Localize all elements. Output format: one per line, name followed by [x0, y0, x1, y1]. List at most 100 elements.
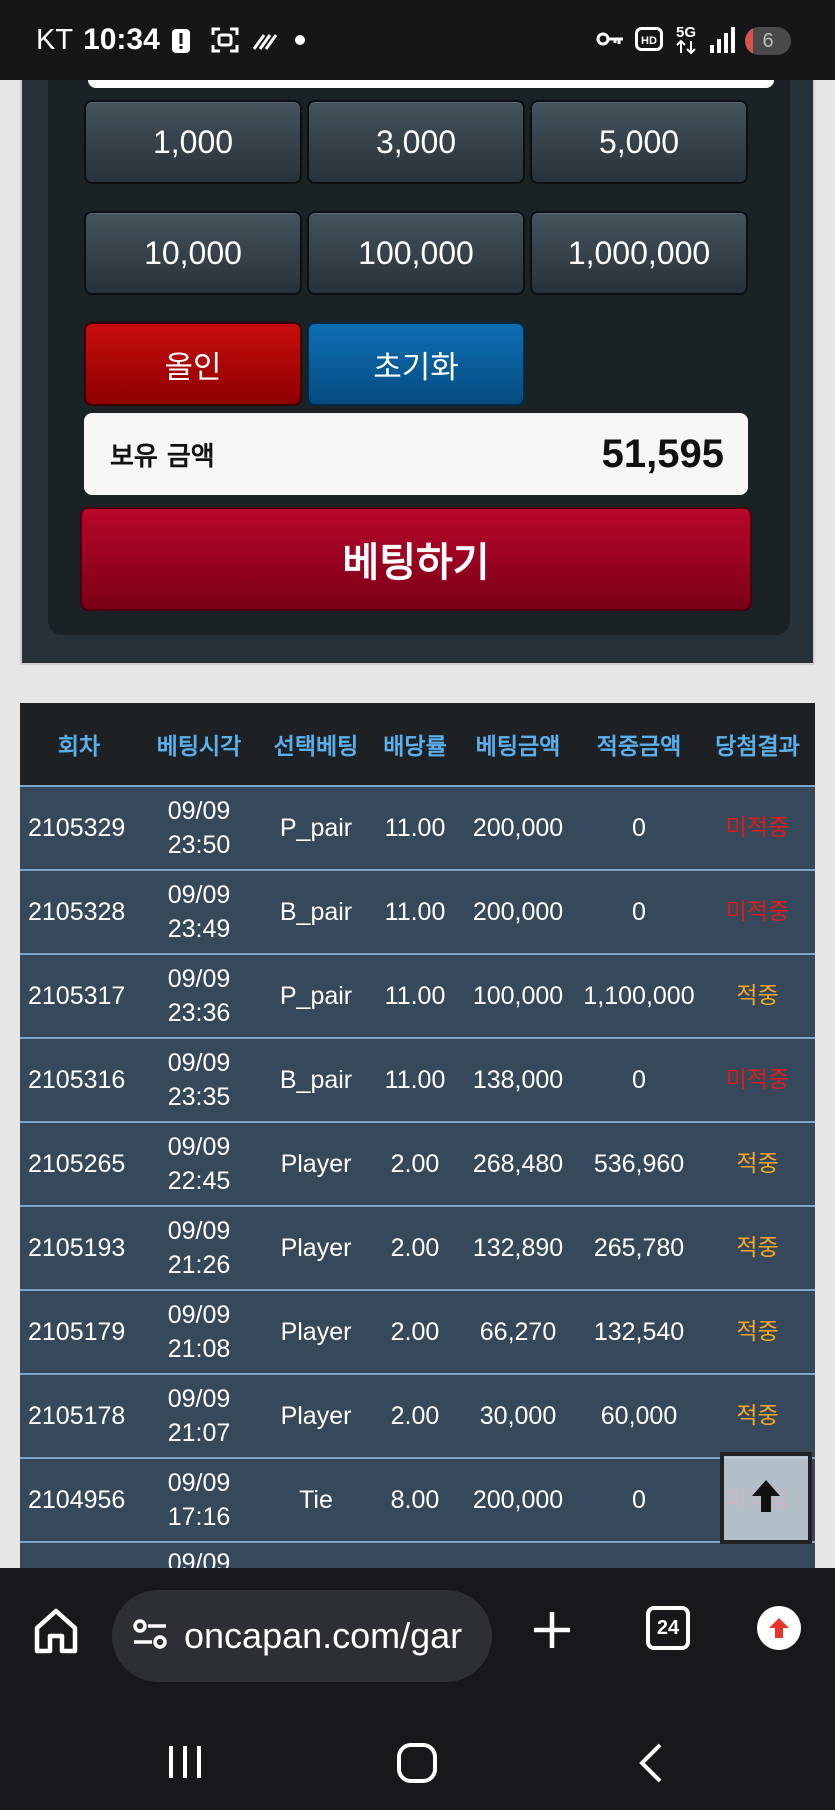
table-body: 2105329 09/09 23:50 P_pair 11.00 200,000 0 미적중 2…	[20, 787, 815, 1543]
cell-pick: Player	[280, 1402, 352, 1430]
chip-button-10000[interactable]: 10,000	[84, 211, 302, 295]
cell-bet-time: 09/09 23:50	[138, 794, 260, 862]
cell-payout: 0	[632, 814, 646, 842]
chip-button-1000[interactable]: 1,000	[84, 100, 302, 184]
cell-round: 2105193	[28, 1234, 126, 1262]
cell-result: 적중	[736, 983, 779, 1009]
alert-icon	[170, 25, 200, 55]
chip-button-100000[interactable]: 100,000	[307, 211, 525, 295]
cell-odds: 11.00	[384, 898, 446, 926]
cell-round: 2105179	[28, 1318, 126, 1346]
cell-bet-amount: 100,000	[472, 982, 564, 1010]
balance-box: 보유 금액 51,595	[84, 413, 748, 495]
all-in-button[interactable]: 올인	[84, 322, 302, 406]
back-icon[interactable]	[638, 1742, 664, 1788]
cell-time: 21:07	[167, 1419, 231, 1447]
table-row: 2105193 09/09 21:26 Player 2.00 132,890 265,78…	[20, 1207, 815, 1291]
cell-round: 2105316	[28, 1066, 126, 1094]
battery-level: 6	[762, 29, 774, 52]
table-row: 2105317 09/09 23:36 P_pair 11.00 100,000 1,100…	[20, 955, 815, 1039]
header-bet-time: 베팅시각	[156, 734, 242, 760]
cell-bet-time: 09/09 21:26	[138, 1214, 260, 1282]
cell-bet-amount: 200,000	[472, 898, 564, 926]
cell-pick: B_pair	[279, 898, 353, 926]
cell-odds: 8.00	[390, 1486, 440, 1514]
cell-round: 2105178	[28, 1402, 126, 1430]
cell-bet-amount: 132,890	[472, 1234, 564, 1262]
table-row: 210495609/0917:16Tie8.00200,0000미적중	[20, 1459, 815, 1543]
cell-time: 23:36	[167, 999, 231, 1027]
header-bet-amount: 베팅금액	[475, 734, 561, 760]
hd-icon: HD	[635, 27, 663, 55]
cell-time: 22:45	[167, 1167, 231, 1195]
svg-text:5G: 5G	[676, 24, 696, 41]
update-icon[interactable]	[757, 1606, 801, 1650]
dot-icon	[290, 25, 320, 55]
table-header: 회차 베팅시각 선택베팅 배당률 베팅금액 적중금액 당첨결과	[20, 703, 815, 787]
cell-odds: 11.00	[384, 814, 446, 842]
site-settings-icon[interactable]	[132, 1618, 168, 1654]
address-bar[interactable]: oncapan.com/gar	[112, 1590, 492, 1682]
browser-toolbar: oncapan.com/gar 24	[0, 1568, 835, 1708]
cell-date: 09/09	[167, 797, 231, 825]
cell-result: 미적중	[725, 899, 790, 925]
cell-bet-amount: 268,480	[472, 1150, 564, 1178]
home-icon[interactable]	[32, 1606, 80, 1656]
cell-bet-amount: 138,000	[472, 1066, 564, 1094]
cell-result: 미적중	[725, 815, 790, 841]
cell-date: 09/09	[167, 1217, 231, 1245]
arrow-up-icon	[748, 1476, 784, 1520]
cell-pick: Player	[280, 1318, 352, 1346]
cell-round: 2105329	[28, 814, 126, 842]
cell-bet-time: 09/09 23:49	[138, 878, 260, 946]
battery-icon: 6	[745, 27, 791, 55]
cell-bet-time: 09/09 21:07	[138, 1382, 260, 1450]
header-pick: 선택베팅	[273, 734, 359, 760]
cell-bet-time: 09/09 23:35	[138, 1046, 260, 1114]
cell-date: 09/09	[167, 1549, 231, 1568]
header-round: 회차	[57, 734, 101, 760]
cell-payout: 0	[632, 1486, 646, 1514]
header-odds: 배당률	[383, 734, 447, 760]
cell-payout: 0	[632, 1066, 646, 1094]
cell-time: 23:49	[167, 915, 231, 943]
home-nav-icon[interactable]	[396, 1742, 438, 1788]
bet-amount-input[interactable]	[88, 80, 774, 88]
status-bar: KT 10:34 HD 5G 6	[0, 0, 835, 80]
cell-pick: B_pair	[279, 1066, 353, 1094]
table-row: 2105178 09/09 21:07 Player 2.00 30,000 60,000 적…	[20, 1375, 815, 1459]
cell-time: 21:26	[167, 1251, 231, 1279]
balance-label: 보유 금액	[110, 441, 215, 472]
chip-button-3000[interactable]: 3,000	[307, 100, 525, 184]
cell-odds: 11.00	[384, 1066, 446, 1094]
scroll-to-top-button[interactable]	[720, 1452, 812, 1544]
cell-payout: 60,000	[600, 1402, 678, 1430]
reset-button[interactable]: 초기화	[307, 322, 525, 406]
navigation-bar	[0, 1708, 835, 1810]
svg-text:HD: HD	[641, 35, 657, 47]
chip-button-1000000[interactable]: 1,000,000	[530, 211, 748, 295]
header-payout: 적중금액	[596, 734, 682, 760]
place-bet-button[interactable]: 베팅하기	[80, 507, 752, 611]
recent-apps-icon[interactable]	[165, 1742, 205, 1786]
cell-date: 09/09	[167, 881, 231, 909]
table-row: 2105316 09/09 23:35 B_pair 11.00 138,000 0 미적중	[20, 1039, 815, 1123]
cell-odds: 2.00	[390, 1402, 440, 1430]
cell-pick: P_pair	[279, 982, 353, 1010]
tab-switcher-button[interactable]: 24	[646, 1606, 690, 1650]
chip-button-5000[interactable]: 5,000	[530, 100, 748, 184]
carrier-label: KT	[36, 23, 74, 56]
cell-pick: Tie	[299, 1486, 333, 1514]
cell-bet-amount: 66,270	[479, 1318, 557, 1346]
header-result: 당첨결과	[715, 734, 800, 760]
cell-bet-amount: 30,000	[479, 1402, 557, 1430]
5g-icon: 5G	[673, 23, 699, 59]
cell-round: 2105328	[28, 898, 126, 926]
cell-bet-time: 09/09 17:16	[138, 1466, 260, 1534]
cell-payout: 536,960	[593, 1150, 685, 1178]
key-icon	[595, 29, 625, 53]
cell-bet-amount: 200,000	[472, 1486, 564, 1514]
cell-odds: 2.00	[390, 1234, 440, 1262]
table-row: 2105179 09/09 21:08 Player 2.00 66,270 132,540…	[20, 1291, 815, 1375]
new-tab-icon[interactable]	[530, 1608, 574, 1652]
